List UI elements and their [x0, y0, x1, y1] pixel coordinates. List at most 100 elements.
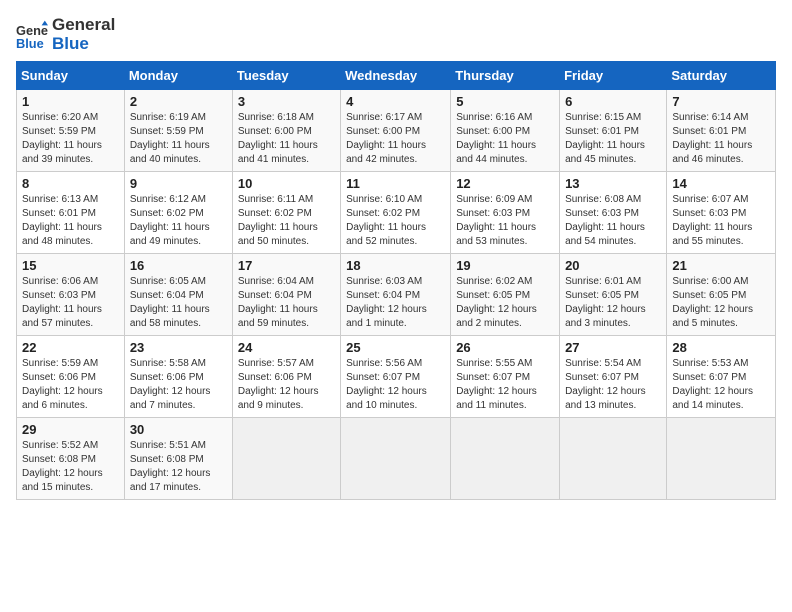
day-cell: 1 Sunrise: 6:20 AMSunset: 5:59 PMDaylight… — [17, 90, 125, 172]
day-detail: Sunrise: 6:14 AMSunset: 6:01 PMDaylight:… — [672, 112, 752, 165]
day-cell: 5 Sunrise: 6:16 AMSunset: 6:00 PMDaylight… — [451, 90, 560, 172]
header-row: SundayMondayTuesdayWednesdayThursdayFrid… — [17, 62, 776, 90]
day-number: 19 — [456, 258, 554, 273]
day-detail: Sunrise: 6:19 AMSunset: 5:59 PMDaylight:… — [130, 112, 210, 165]
day-number: 30 — [130, 422, 227, 437]
day-cell: 29 Sunrise: 5:52 AMSunset: 6:08 PMDayligh… — [17, 418, 125, 500]
col-header-thursday: Thursday — [451, 62, 560, 90]
day-number: 9 — [130, 176, 227, 191]
day-detail: Sunrise: 6:08 AMSunset: 6:03 PMDaylight:… — [565, 194, 645, 247]
day-cell: 11 Sunrise: 6:10 AMSunset: 6:02 PMDayligh… — [341, 172, 451, 254]
day-cell: 21 Sunrise: 6:00 AMSunset: 6:05 PMDayligh… — [667, 254, 776, 336]
day-detail: Sunrise: 6:05 AMSunset: 6:04 PMDaylight:… — [130, 276, 210, 329]
day-number: 24 — [238, 340, 335, 355]
day-number: 1 — [22, 94, 119, 109]
day-number: 22 — [22, 340, 119, 355]
day-detail: Sunrise: 5:56 AMSunset: 6:07 PMDaylight:… — [346, 358, 427, 411]
calendar-body: 1 Sunrise: 6:20 AMSunset: 5:59 PMDaylight… — [17, 90, 776, 500]
day-number: 5 — [456, 94, 554, 109]
svg-text:Blue: Blue — [16, 35, 44, 50]
day-cell: 16Sunrise: 6:05 AMSunset: 6:04 PMDayligh… — [124, 254, 232, 336]
day-number: 10 — [238, 176, 335, 191]
day-cell — [560, 418, 667, 500]
day-cell: 19 Sunrise: 6:02 AMSunset: 6:05 PMDayligh… — [451, 254, 560, 336]
day-cell — [232, 418, 340, 500]
page-header: General Blue General Blue — [16, 16, 776, 53]
day-detail: Sunrise: 5:51 AMSunset: 6:08 PMDaylight:… — [130, 440, 211, 493]
day-detail: Sunrise: 5:53 AMSunset: 6:07 PMDaylight:… — [672, 358, 753, 411]
col-header-sunday: Sunday — [17, 62, 125, 90]
week-row-2: 8 Sunrise: 6:13 AMSunset: 6:01 PMDaylight… — [17, 172, 776, 254]
day-cell: 25Sunrise: 5:56 AMSunset: 6:07 PMDayligh… — [341, 336, 451, 418]
day-detail: Sunrise: 6:20 AMSunset: 5:59 PMDaylight:… — [22, 112, 102, 165]
day-cell: 30 Sunrise: 5:51 AMSunset: 6:08 PMDayligh… — [124, 418, 232, 500]
day-number: 23 — [130, 340, 227, 355]
day-detail: Sunrise: 5:58 AMSunset: 6:06 PMDaylight:… — [130, 358, 211, 411]
day-cell: 8 Sunrise: 6:13 AMSunset: 6:01 PMDaylight… — [17, 172, 125, 254]
day-detail: Sunrise: 6:13 AMSunset: 6:01 PMDaylight:… — [22, 194, 102, 247]
day-number: 18 — [346, 258, 445, 273]
day-cell: 10 Sunrise: 6:11 AMSunset: 6:02 PMDayligh… — [232, 172, 340, 254]
day-cell: 6 Sunrise: 6:15 AMSunset: 6:01 PMDaylight… — [560, 90, 667, 172]
day-detail: Sunrise: 5:59 AMSunset: 6:06 PMDaylight:… — [22, 358, 103, 411]
day-detail: Sunrise: 6:17 AMSunset: 6:00 PMDaylight:… — [346, 112, 426, 165]
day-number: 29 — [22, 422, 119, 437]
calendar-header: SundayMondayTuesdayWednesdayThursdayFrid… — [17, 62, 776, 90]
day-cell: 13Sunrise: 6:08 AMSunset: 6:03 PMDayligh… — [560, 172, 667, 254]
col-header-tuesday: Tuesday — [232, 62, 340, 90]
day-detail: Sunrise: 6:01 AMSunset: 6:05 PMDaylight:… — [565, 276, 646, 329]
day-number: 28 — [672, 340, 770, 355]
day-cell: 9 Sunrise: 6:12 AMSunset: 6:02 PMDaylight… — [124, 172, 232, 254]
day-cell: 12 Sunrise: 6:09 AMSunset: 6:03 PMDayligh… — [451, 172, 560, 254]
day-number: 11 — [346, 176, 445, 191]
day-detail: Sunrise: 5:57 AMSunset: 6:06 PMDaylight:… — [238, 358, 319, 411]
week-row-4: 22 Sunrise: 5:59 AMSunset: 6:06 PMDayligh… — [17, 336, 776, 418]
day-detail: Sunrise: 6:07 AMSunset: 6:03 PMDaylight:… — [672, 194, 752, 247]
day-detail: Sunrise: 6:02 AMSunset: 6:05 PMDaylight:… — [456, 276, 537, 329]
week-row-5: 29 Sunrise: 5:52 AMSunset: 6:08 PMDayligh… — [17, 418, 776, 500]
day-cell: 14 Sunrise: 6:07 AMSunset: 6:03 PMDayligh… — [667, 172, 776, 254]
col-header-friday: Friday — [560, 62, 667, 90]
day-cell — [341, 418, 451, 500]
day-detail: Sunrise: 5:55 AMSunset: 6:07 PMDaylight:… — [456, 358, 537, 411]
day-number: 12 — [456, 176, 554, 191]
day-number: 15 — [22, 258, 119, 273]
logo: General Blue General Blue — [16, 16, 115, 53]
day-cell: 7 Sunrise: 6:14 AMSunset: 6:01 PMDaylight… — [667, 90, 776, 172]
week-row-1: 1 Sunrise: 6:20 AMSunset: 5:59 PMDaylight… — [17, 90, 776, 172]
week-row-3: 15 Sunrise: 6:06 AMSunset: 6:03 PMDayligh… — [17, 254, 776, 336]
day-detail: Sunrise: 6:15 AMSunset: 6:01 PMDaylight:… — [565, 112, 645, 165]
day-number: 8 — [22, 176, 119, 191]
col-header-wednesday: Wednesday — [341, 62, 451, 90]
day-detail: Sunrise: 6:06 AMSunset: 6:03 PMDaylight:… — [22, 276, 102, 329]
logo-icon: General Blue — [16, 19, 48, 51]
calendar-table: SundayMondayTuesdayWednesdayThursdayFrid… — [16, 61, 776, 500]
day-detail: Sunrise: 6:18 AMSunset: 6:00 PMDaylight:… — [238, 112, 318, 165]
day-cell: 20 Sunrise: 6:01 AMSunset: 6:05 PMDayligh… — [560, 254, 667, 336]
logo-line1: General — [52, 16, 115, 35]
day-cell: 28 Sunrise: 5:53 AMSunset: 6:07 PMDayligh… — [667, 336, 776, 418]
day-detail: Sunrise: 5:52 AMSunset: 6:08 PMDaylight:… — [22, 440, 103, 493]
day-detail: Sunrise: 5:54 AMSunset: 6:07 PMDaylight:… — [565, 358, 646, 411]
day-detail: Sunrise: 6:12 AMSunset: 6:02 PMDaylight:… — [130, 194, 210, 247]
col-header-monday: Monday — [124, 62, 232, 90]
day-number: 17 — [238, 258, 335, 273]
day-cell: 27Sunrise: 5:54 AMSunset: 6:07 PMDayligh… — [560, 336, 667, 418]
day-number: 14 — [672, 176, 770, 191]
day-cell: 2Sunrise: 6:19 AMSunset: 5:59 PMDaylight… — [124, 90, 232, 172]
day-cell — [451, 418, 560, 500]
day-detail: Sunrise: 6:10 AMSunset: 6:02 PMDaylight:… — [346, 194, 426, 247]
day-cell: 22 Sunrise: 5:59 AMSunset: 6:06 PMDayligh… — [17, 336, 125, 418]
day-number: 20 — [565, 258, 661, 273]
day-detail: Sunrise: 6:00 AMSunset: 6:05 PMDaylight:… — [672, 276, 753, 329]
day-number: 4 — [346, 94, 445, 109]
day-detail: Sunrise: 6:16 AMSunset: 6:00 PMDaylight:… — [456, 112, 536, 165]
day-number: 7 — [672, 94, 770, 109]
day-detail: Sunrise: 6:11 AMSunset: 6:02 PMDaylight:… — [238, 194, 318, 247]
day-cell: 24 Sunrise: 5:57 AMSunset: 6:06 PMDayligh… — [232, 336, 340, 418]
day-number: 21 — [672, 258, 770, 273]
day-number: 6 — [565, 94, 661, 109]
day-cell: 3Sunrise: 6:18 AMSunset: 6:00 PMDaylight… — [232, 90, 340, 172]
day-detail: Sunrise: 6:09 AMSunset: 6:03 PMDaylight:… — [456, 194, 536, 247]
day-number: 26 — [456, 340, 554, 355]
